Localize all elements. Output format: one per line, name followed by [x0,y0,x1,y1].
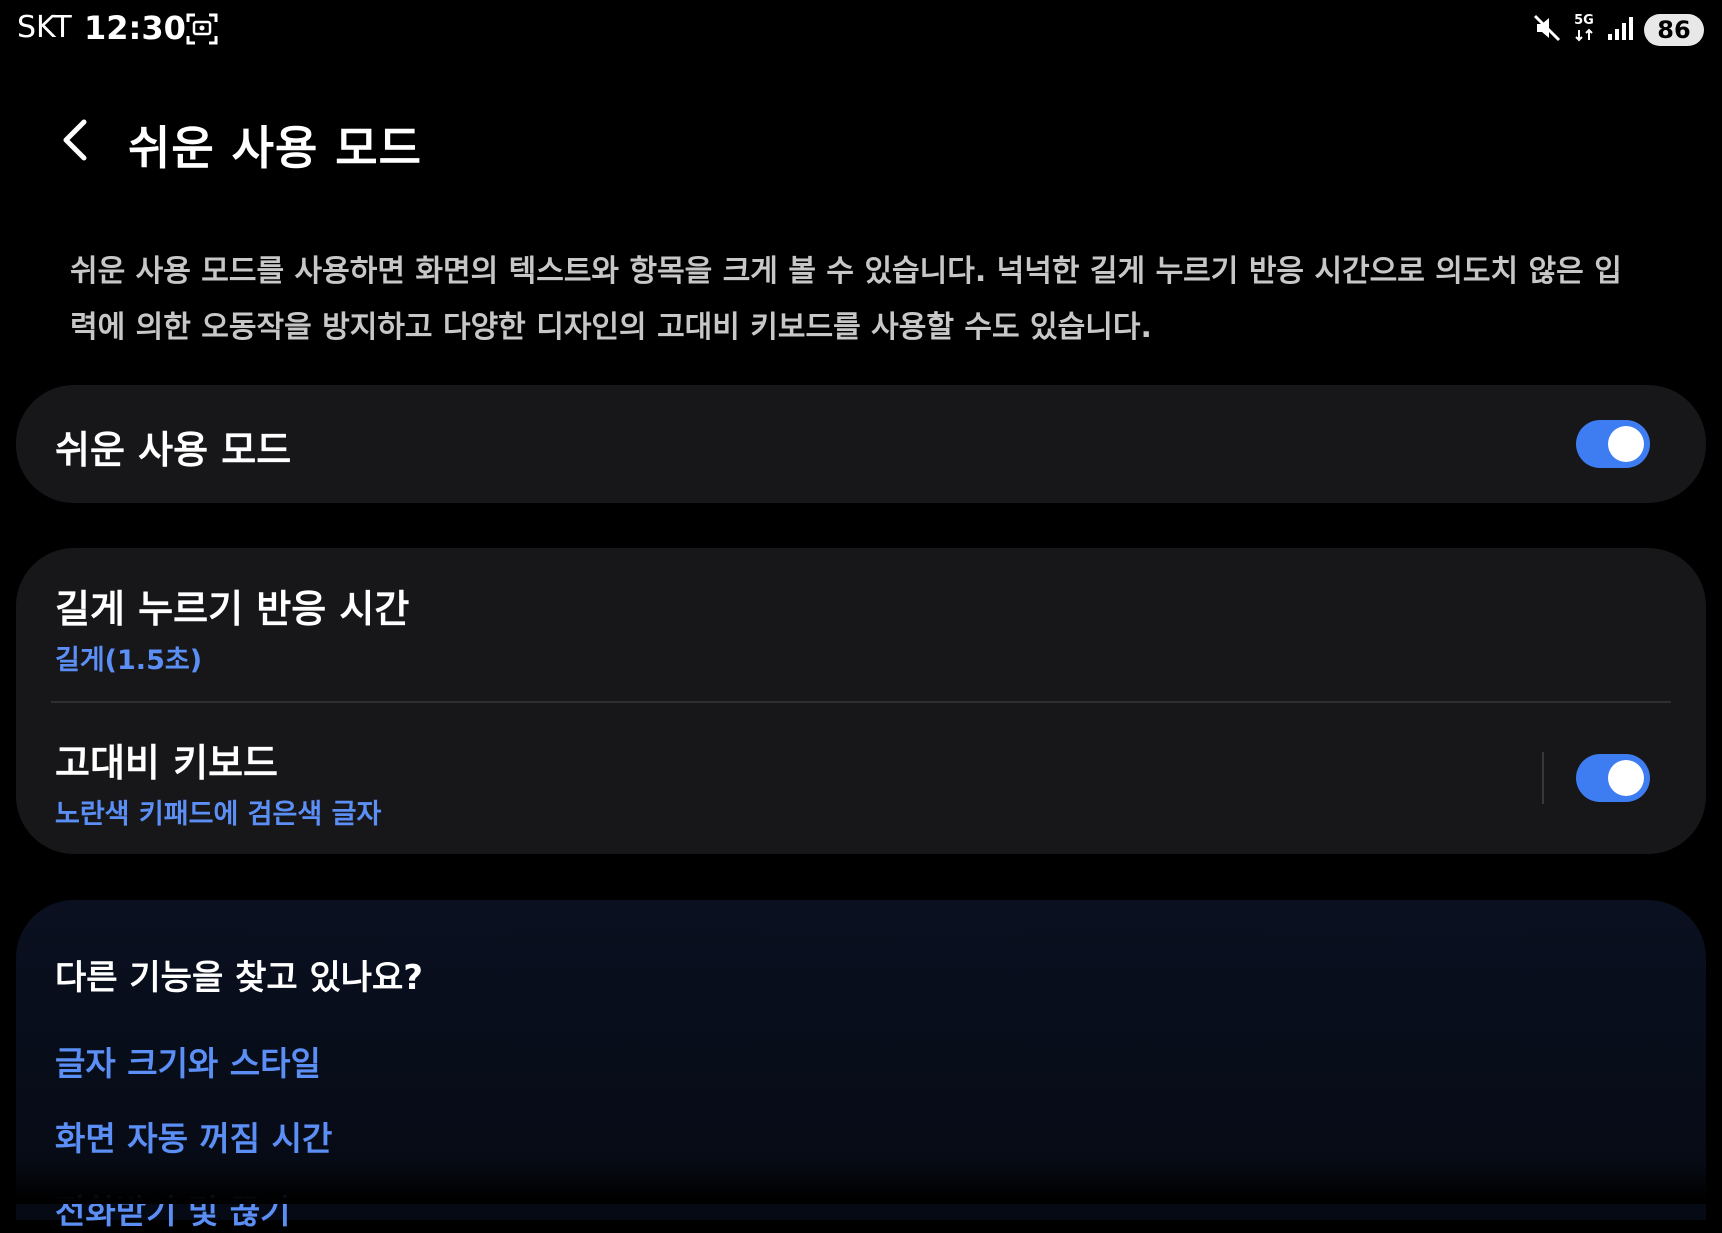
network-label: 5G [1574,13,1594,28]
screen-capture-icon [185,12,219,46]
page-title: 쉬운 사용 모드 [128,121,422,175]
bottom-fade [0,1160,1722,1204]
5g-network-icon: 5G [1572,14,1596,46]
signal-icon [1606,14,1634,46]
status-icons: 5G 86 [1532,10,1704,50]
high-contrast-keyboard-switch[interactable] [1576,754,1650,802]
battery-indicator: 86 [1644,14,1704,46]
switch-divider [1542,752,1544,804]
easy-mode-switch[interactable] [1576,420,1650,468]
related-features-title: 다른 기능을 찾고 있나요? [55,958,424,998]
long-press-value: 길게(1.5초) [55,645,203,676]
long-press-title: 길게 누르기 반응 시간 [55,587,410,631]
description-text: 쉬운 사용 모드를 사용하면 화면의 텍스트와 항목을 크게 볼 수 있습니다.… [70,254,1622,345]
link-screen-timeout[interactable]: 화면 자동 꺼짐 시간 [55,1112,332,1160]
clock: 12:30 [84,9,186,47]
mute-icon [1532,13,1562,47]
high-contrast-keyboard-title: 고대비 키보드 [55,741,278,785]
row-divider [51,701,1671,703]
back-button[interactable] [50,113,100,167]
link-font-size-style[interactable]: 글자 크기와 스타일 [55,1037,321,1085]
carrier-label: SKT [17,10,72,45]
switch-knob [1608,760,1644,796]
switch-knob [1608,426,1644,462]
status-bar: SKT 12:30 5G 86 [0,0,1722,60]
high-contrast-keyboard-row[interactable]: 고대비 키보드 노란색 키패드에 검은색 글자 [16,702,1526,854]
easy-mode-label: 쉬운 사용 모드 [55,428,292,472]
high-contrast-keyboard-value: 노란색 키패드에 검은색 글자 [55,799,382,830]
easy-mode-toggle-row[interactable]: 쉬운 사용 모드 [16,385,1706,503]
chevron-left-icon [63,119,87,161]
long-press-row[interactable]: 길게 누르기 반응 시간 길게(1.5초) [16,548,1706,700]
